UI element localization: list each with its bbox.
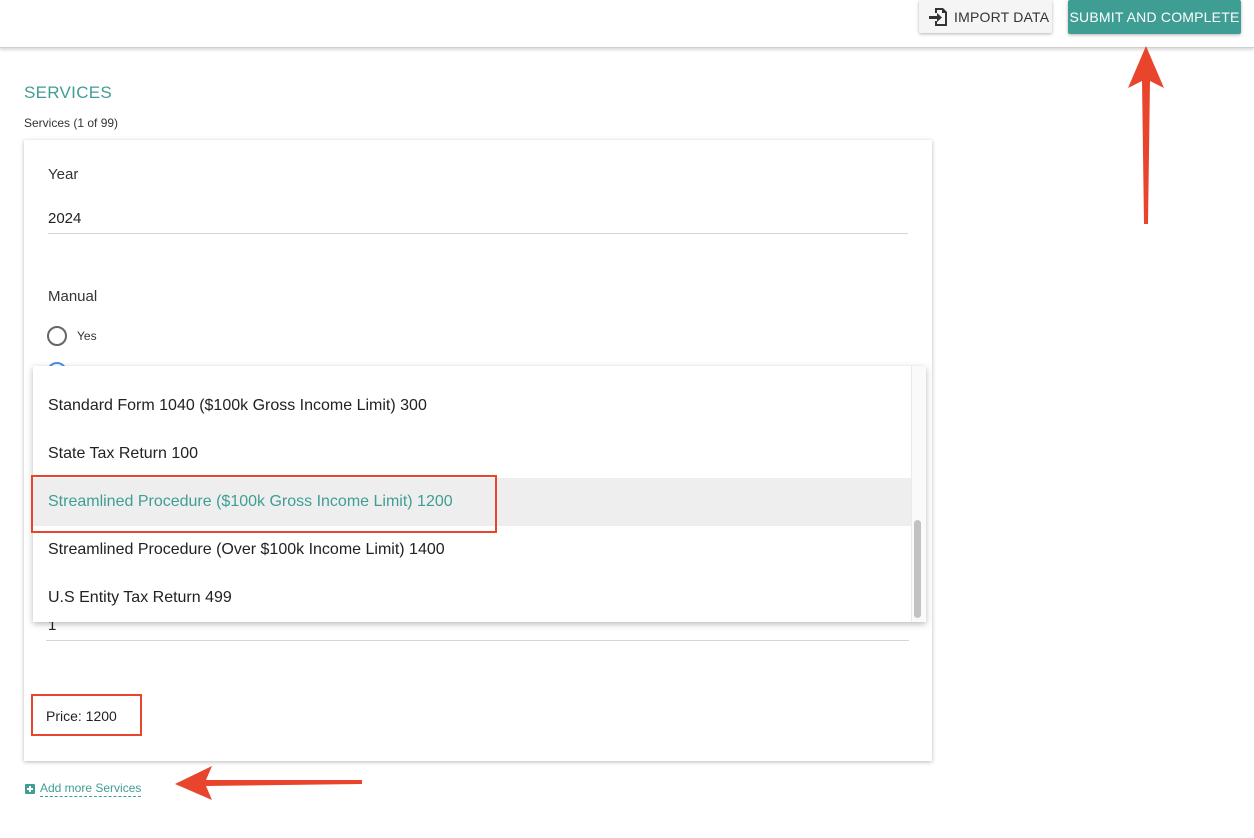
dropdown-option[interactable]: U.S Entity Tax Return 499 [33, 574, 911, 622]
section-subtitle: Services (1 of 99) [24, 116, 119, 130]
import-data-label: IMPORT DATA [954, 8, 1050, 25]
section-title: SERVICES [24, 83, 113, 102]
submit-and-complete-button[interactable]: SUBMIT AND COMPLETE [1068, 0, 1241, 34]
manual-yes-label: Yes [77, 329, 97, 343]
year-label: Year [48, 166, 79, 183]
manual-yes-radio[interactable] [47, 326, 67, 346]
quantity-field-underline [46, 640, 909, 641]
up-arrow-annotation [1128, 46, 1164, 224]
dropdown-scrollbar-thumb[interactable] [914, 520, 921, 618]
year-field-underline [48, 233, 908, 234]
price-text: Price: 1200 [46, 708, 117, 724]
dropdown-option[interactable]: State Tax Return 100 [33, 430, 911, 478]
import-icon [928, 7, 948, 27]
left-arrow-annotation [175, 766, 362, 800]
manual-label: Manual [48, 288, 98, 305]
import-data-button[interactable]: IMPORT DATA [919, 0, 1052, 33]
add-more-services-label: Add more Services [40, 781, 142, 797]
add-more-services-link[interactable]: Add more Services [25, 781, 142, 797]
dropdown-option[interactable]: Standard Form 1040 ($100k Gross Income L… [33, 382, 911, 430]
top-toolbar: IMPORT DATA SUBMIT AND COMPLETE [0, 0, 1254, 48]
selected-option-annotation-box [31, 475, 497, 533]
year-field[interactable]: 2024 [48, 210, 81, 227]
dropdown-option[interactable]: Streamlined Procedure (Over $100k Income… [33, 526, 911, 574]
plus-square-icon [25, 784, 35, 794]
